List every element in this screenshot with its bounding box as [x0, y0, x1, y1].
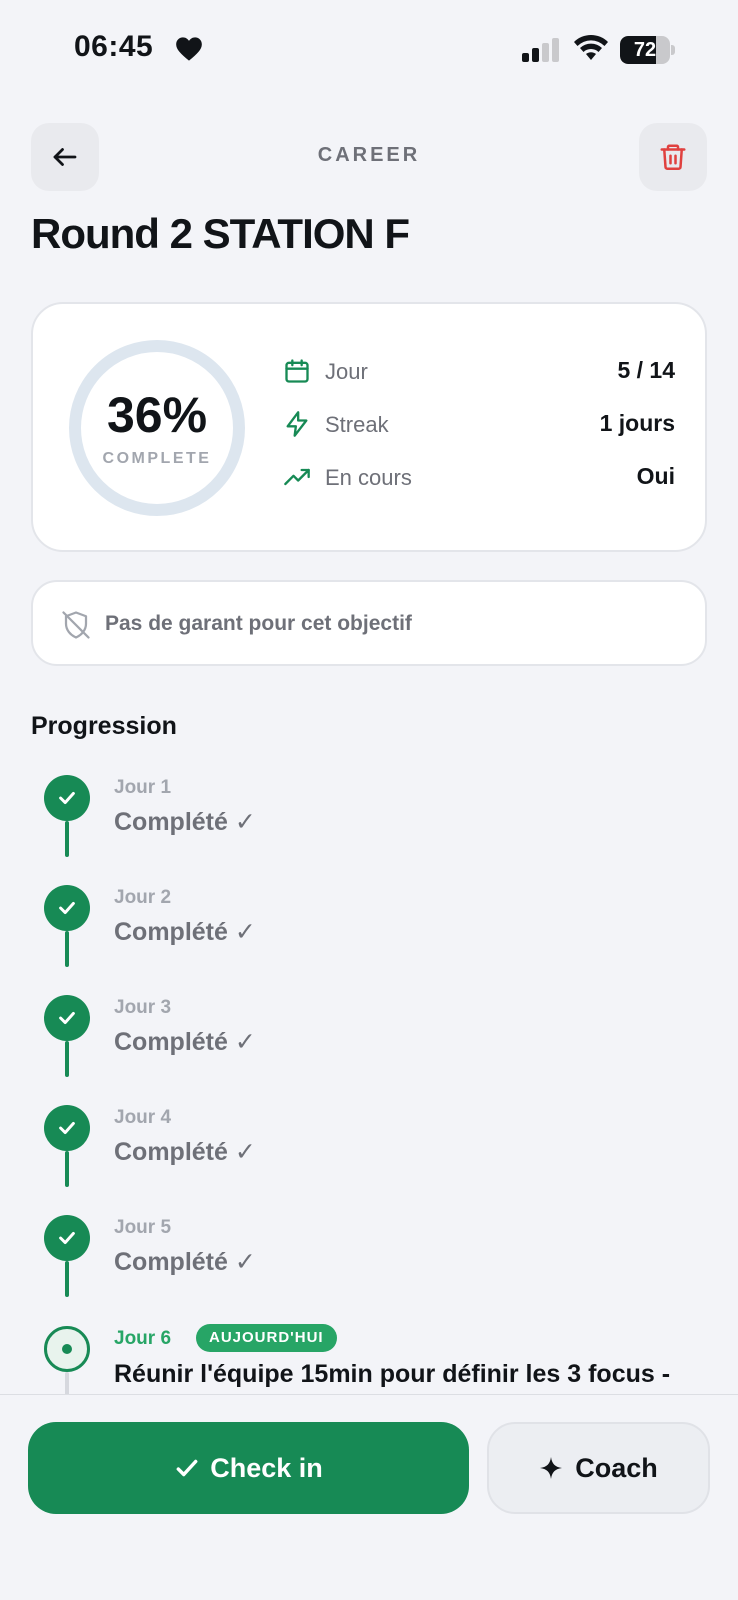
stat-value: 5 / 14 [617, 357, 675, 383]
wifi-icon [574, 34, 608, 60]
coach-button[interactable]: Coach [487, 1422, 710, 1514]
guarantor-text: Pas de garant pour cet objectif [105, 612, 412, 635]
timeline-status: Complété ✓ [114, 808, 256, 836]
timeline-status: Complété ✓ [114, 918, 256, 946]
timeline-day: Jour 6 [114, 1328, 172, 1349]
sparkle-icon [540, 1457, 563, 1479]
progression-timeline: Jour 1 Complété ✓ Jour 2 Complété ✓ Jour… [0, 766, 738, 1396]
stat-row-active: En cours Oui [283, 457, 675, 497]
check-circle-icon [44, 885, 90, 931]
timeline-connector [65, 821, 69, 857]
timeline-day: Jour 5 [114, 1217, 172, 1238]
bottom-action-bar: Check in Coach [0, 1394, 738, 1600]
timeline-connector [65, 931, 69, 967]
heart-icon [176, 37, 202, 61]
check-in-label: Check in [210, 1452, 323, 1483]
stat-value: Oui [636, 463, 675, 489]
delete-button[interactable] [639, 123, 707, 191]
timeline-status: Complété ✓ [114, 1028, 256, 1056]
timeline-day: Jour 4 [114, 1107, 172, 1128]
timeline-item: Jour 2 Complété ✓ [0, 881, 738, 991]
current-task: Réunir l'équipe 15min pour définir les 3… [114, 1360, 671, 1396]
check-icon [176, 1459, 198, 1477]
coach-label: Coach [575, 1452, 658, 1483]
trending-up-icon [284, 468, 310, 486]
stat-value: 1 jours [599, 410, 675, 436]
lightning-icon [286, 411, 308, 437]
stat-label: Jour [325, 359, 368, 384]
timeline-connector [65, 1151, 69, 1187]
timeline-day: Jour 1 [114, 777, 172, 798]
calendar-icon [285, 359, 309, 383]
current-day-icon [44, 1326, 90, 1372]
timeline-day: Jour 3 [114, 997, 172, 1018]
battery-indicator: 72 [620, 36, 675, 64]
timeline-item: Jour 4 Complété ✓ [0, 1101, 738, 1211]
check-circle-icon [44, 1215, 90, 1261]
timeline-status: Complété ✓ [114, 1248, 256, 1276]
timeline-day: Jour 2 [114, 887, 172, 908]
timeline-item: Jour 3 Complété ✓ [0, 991, 738, 1101]
battery-percent: 72 [633, 39, 657, 61]
timeline-item-current[interactable]: Jour 6 AUJOURD'HUI Réunir l'équipe 15min… [0, 1322, 738, 1396]
status-bar: 06:45 72 [0, 0, 738, 100]
check-in-button[interactable]: Check in [28, 1422, 469, 1514]
timeline-connector [65, 1261, 69, 1297]
progression-title: Progression [31, 712, 177, 740]
progress-percent: 36% [106, 387, 208, 443]
signal-icon [522, 38, 559, 62]
check-circle-icon [44, 1105, 90, 1151]
shield-off-icon [62, 611, 90, 639]
stat-row-day: Jour 5 / 14 [283, 351, 675, 391]
timeline-item: Jour 5 Complété ✓ [0, 1211, 738, 1321]
trash-icon [660, 144, 686, 171]
stats-card: 36% COMPLETE Jour 5 / 14 Streak 1 jours … [31, 302, 707, 552]
today-badge: AUJOURD'HUI [196, 1324, 337, 1352]
timeline-item: Jour 1 Complété ✓ [0, 771, 738, 881]
stat-label: Streak [325, 412, 389, 437]
guarantor-card[interactable]: Pas de garant pour cet objectif [31, 580, 707, 666]
timeline-status: Complété ✓ [114, 1138, 256, 1166]
category-label: CAREER [317, 144, 421, 166]
timeline-connector [65, 1372, 69, 1396]
check-circle-icon [44, 775, 90, 821]
check-circle-icon [44, 995, 90, 1041]
progress-caption: COMPLETE [102, 450, 212, 467]
stat-row-streak: Streak 1 jours [283, 404, 675, 444]
status-time: 06:45 [74, 30, 154, 63]
page-title: Round 2 STATION F [31, 210, 410, 257]
stat-label: En cours [325, 465, 412, 490]
timeline-connector [65, 1041, 69, 1077]
